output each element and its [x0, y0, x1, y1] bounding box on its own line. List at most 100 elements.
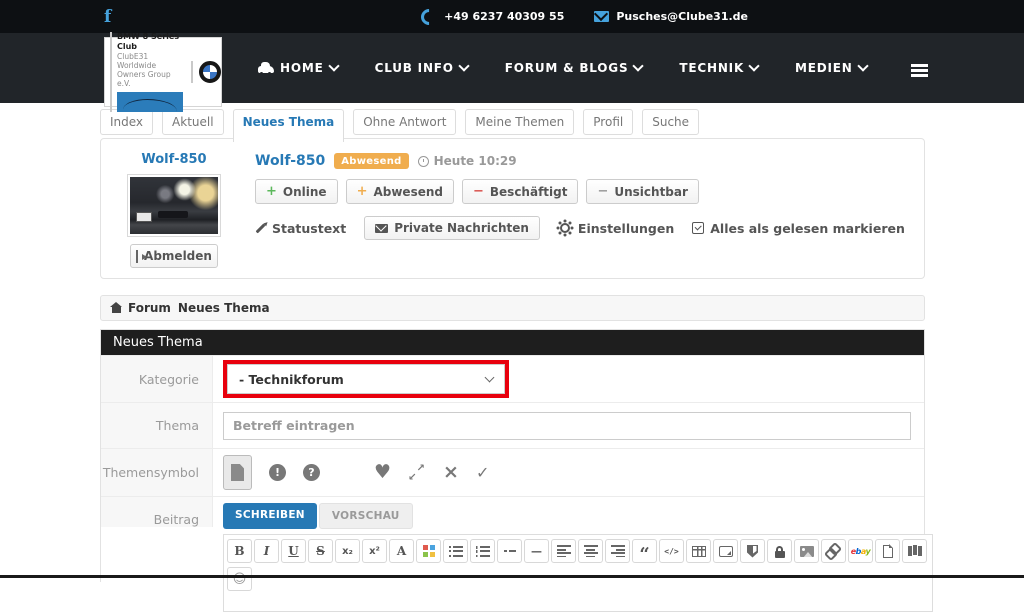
- quote-button[interactable]: “: [632, 539, 657, 563]
- image-button[interactable]: [794, 539, 819, 563]
- align-right-icon: [611, 545, 625, 557]
- nav-item-club-info[interactable]: CLUB INFO: [375, 61, 468, 75]
- rule-short-button[interactable]: [497, 539, 522, 563]
- nav-item-label: FORUM & BLOGS: [505, 61, 629, 75]
- themensymbol-options: ! ? ♥ ↙ ↗ × ✓: [223, 455, 489, 490]
- symbol-exclamation-button[interactable]: !: [269, 464, 286, 481]
- link-button[interactable]: [821, 539, 846, 563]
- tab-neues-thema[interactable]: Neues Thema: [233, 109, 345, 142]
- italic-icon: I: [264, 544, 270, 558]
- statustext-link[interactable]: Statustext: [255, 221, 346, 236]
- club-logo[interactable]: BMW 8 Series Club ClubE31 Worldwide Owne…: [104, 37, 222, 107]
- align-left-button[interactable]: [551, 539, 576, 563]
- color-palette-icon: [423, 545, 435, 557]
- align-right-button[interactable]: [605, 539, 630, 563]
- strikethrough-button[interactable]: S: [308, 539, 333, 563]
- table-button[interactable]: [686, 539, 711, 563]
- tab-ohne-antwort[interactable]: Ohne Antwort: [353, 109, 456, 135]
- map-button[interactable]: [902, 539, 927, 563]
- tab-index[interactable]: Index: [100, 109, 153, 135]
- symbol-heart-button[interactable]: ♥: [374, 464, 391, 481]
- font-color-button[interactable]: [416, 539, 441, 563]
- nav-item-medien[interactable]: MEDIEN: [795, 61, 867, 75]
- status-buttons-row: + Online + Abwesend − Beschäftigt − Unsi…: [255, 179, 905, 204]
- subscript-button[interactable]: x₂: [335, 539, 360, 563]
- logout-button[interactable]: Abmelden: [130, 244, 218, 268]
- symbol-check-button[interactable]: ✓: [476, 463, 489, 482]
- attachment-button[interactable]: [875, 539, 900, 563]
- envelope-icon: [375, 224, 388, 233]
- logout-icon: [136, 250, 138, 263]
- themensymbol-label: Themensymbol: [101, 449, 213, 496]
- email-address[interactable]: Pusches@Clube31.de: [616, 10, 748, 23]
- underline-icon: U: [288, 544, 298, 558]
- settings-label: Einstellungen: [578, 221, 674, 236]
- status-label: Abwesend: [373, 185, 443, 199]
- facebook-icon[interactable]: f: [104, 7, 111, 27]
- thema-label: Thema: [101, 403, 213, 448]
- nav-item-forum-blogs[interactable]: FORUM & BLOGS: [505, 61, 643, 75]
- align-center-button[interactable]: [578, 539, 603, 563]
- nav-item-home[interactable]: HOME: [258, 61, 338, 75]
- compress-arrow-icon: ↗: [417, 463, 425, 474]
- nav-item-technik[interactable]: TECHNIK: [679, 61, 758, 75]
- forum-tabs: Index Aktuell Neues Thema Ohne Antwort M…: [100, 109, 925, 135]
- tab-aktuell[interactable]: Aktuell: [162, 109, 224, 135]
- font-size-button[interactable]: A: [389, 539, 414, 563]
- hamburger-menu-icon[interactable]: [911, 64, 928, 67]
- symbol-file-button[interactable]: [223, 455, 252, 490]
- plus-icon: +: [357, 184, 368, 199]
- status-online-button[interactable]: + Online: [255, 179, 338, 204]
- breadcrumb-forum[interactable]: Forum: [128, 301, 171, 315]
- media-embed-button[interactable]: [713, 539, 738, 563]
- email-icon: [594, 11, 609, 22]
- chevron-down-icon: [633, 60, 644, 71]
- status-beschaeftigt-button[interactable]: − Beschäftigt: [462, 179, 578, 204]
- bold-button[interactable]: B: [227, 539, 252, 563]
- last-active: Heute 10:29: [418, 154, 517, 168]
- attachment-icon: [883, 545, 893, 558]
- tab-schreiben[interactable]: SCHREIBEN: [223, 503, 317, 529]
- settings-link[interactable]: Einstellungen: [558, 221, 674, 236]
- user-panel: Wolf-850 Abmelden Wolf-850 Abwesend Heut…: [100, 138, 925, 279]
- symbol-times-button[interactable]: ×: [443, 464, 459, 481]
- mark-all-read-link[interactable]: Alles als gelesen markieren: [692, 221, 905, 236]
- tab-profil[interactable]: Profil: [583, 109, 633, 135]
- list-ol-button[interactable]: [470, 539, 495, 563]
- thema-input[interactable]: [223, 412, 911, 440]
- lock-button[interactable]: [767, 539, 792, 563]
- underline-button[interactable]: U: [281, 539, 306, 563]
- tab-meine-themen[interactable]: Meine Themen: [465, 109, 574, 135]
- spoiler-button[interactable]: [740, 539, 765, 563]
- user-heading-row: Wolf-850 Abwesend Heute 10:29: [255, 153, 905, 169]
- list-ordered-icon: [476, 546, 490, 557]
- highlight-box: - Technikforum: [223, 360, 509, 398]
- private-messages-button[interactable]: Private Nachrichten: [364, 216, 540, 240]
- superscript-button[interactable]: x²: [362, 539, 387, 563]
- user-avatar[interactable]: [127, 174, 221, 237]
- list-ul-button[interactable]: [443, 539, 468, 563]
- smiley-button[interactable]: ☺: [227, 567, 252, 591]
- chevron-down-icon: [485, 373, 495, 383]
- nav-item-label: HOME: [280, 61, 324, 75]
- themensymbol-row: Themensymbol ! ? ♥ ↙ ↗: [101, 448, 924, 496]
- chevron-down-icon: [857, 60, 868, 71]
- tab-suche[interactable]: Suche: [642, 109, 699, 135]
- symbol-question-button[interactable]: ?: [303, 464, 320, 481]
- kategorie-select[interactable]: - Technikforum: [227, 364, 505, 394]
- rule-button[interactable]: —: [524, 539, 549, 563]
- code-button[interactable]: </>: [659, 539, 684, 563]
- gear-icon: [560, 223, 570, 233]
- ebay-button[interactable]: ebay: [848, 539, 873, 563]
- username-heading[interactable]: Wolf-850: [255, 153, 325, 169]
- status-unsichtbar-button[interactable]: − Unsichtbar: [586, 179, 698, 204]
- username-link[interactable]: Wolf-850: [141, 152, 206, 167]
- chevron-down-icon: [748, 60, 759, 71]
- avatar-image: [130, 177, 218, 234]
- italic-button[interactable]: I: [254, 539, 279, 563]
- nav-item-label: TECHNIK: [679, 61, 744, 75]
- symbol-compress-button[interactable]: ↙ ↗: [408, 465, 426, 481]
- tab-vorschau[interactable]: VORSCHAU: [319, 503, 413, 529]
- phone-icon: [418, 5, 441, 28]
- status-abwesend-button[interactable]: + Abwesend: [346, 179, 454, 204]
